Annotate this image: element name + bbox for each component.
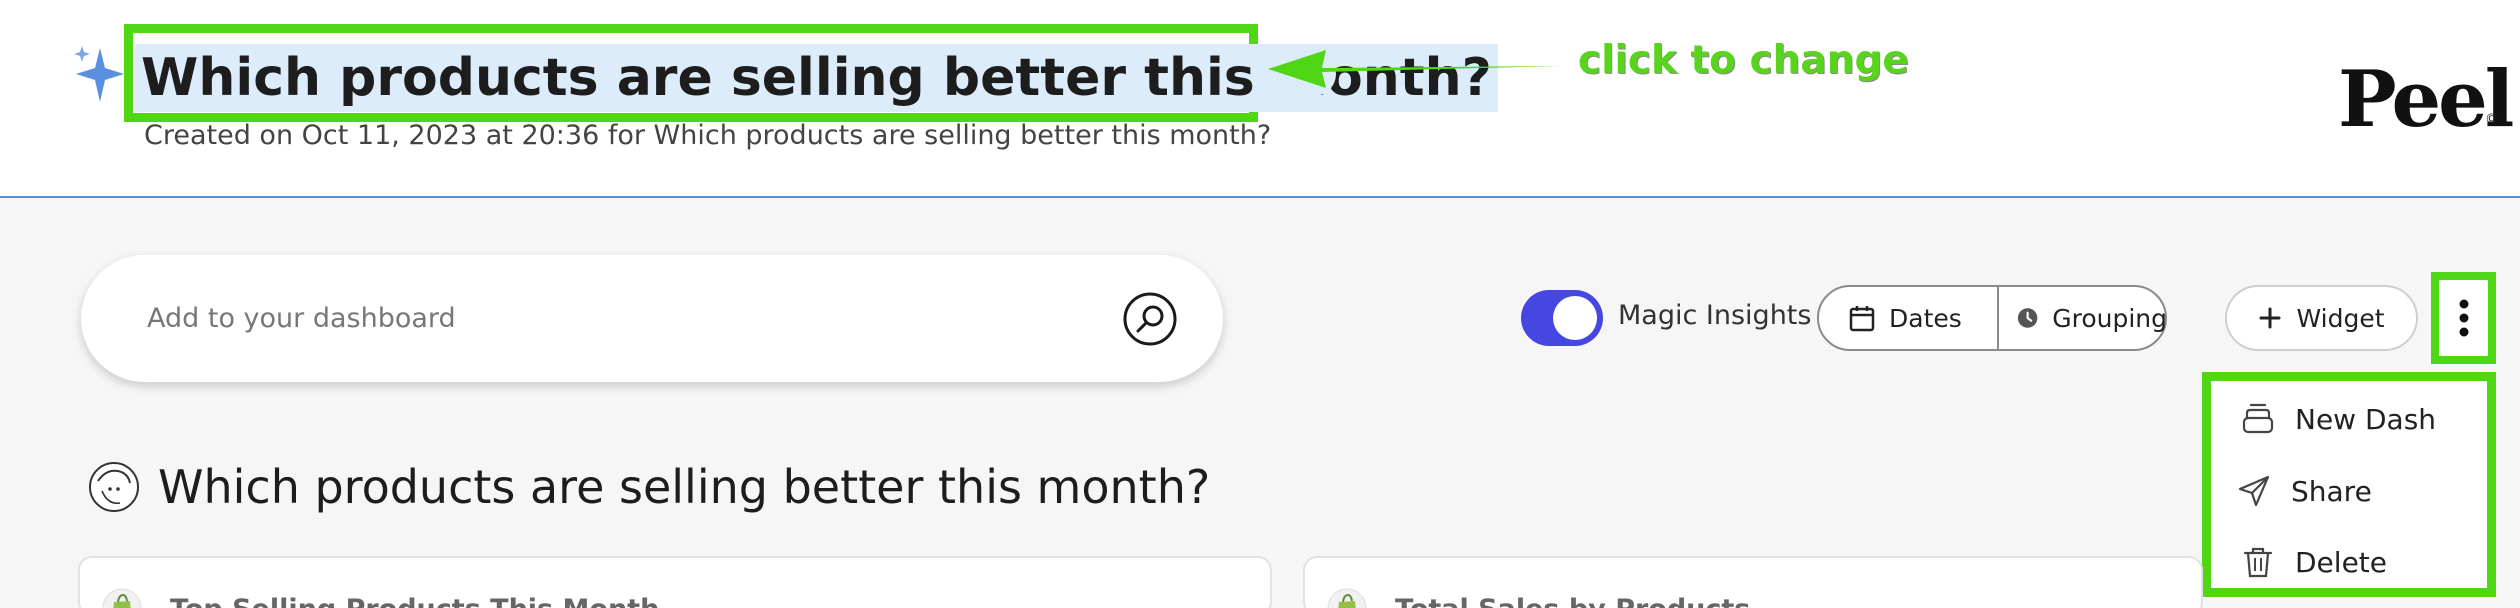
card-title: Total Sales by Products <box>1395 594 1750 608</box>
section-title: Which products are selling better this m… <box>158 460 1211 514</box>
stack-icon <box>2242 403 2274 434</box>
sparkle-icon <box>74 46 124 102</box>
avatar-icon <box>89 462 139 512</box>
widget-label: Widget <box>2296 303 2385 333</box>
magic-insights-label: Magic Insights <box>1618 300 1812 331</box>
dates-grouping-control: Dates Grouping <box>1817 285 2167 351</box>
menu-item-share[interactable]: Share <box>2237 467 2372 515</box>
dashboard-subtitle: Created on Oct 11, 2023 at 20:36 for Whi… <box>144 120 1272 151</box>
logo-text: Peel <box>2338 54 2514 145</box>
menu-item-delete[interactable]: Delete <box>2241 538 2387 586</box>
plus-icon <box>2259 307 2281 329</box>
shopify-icon <box>1327 588 1367 608</box>
toggle-knob <box>1553 296 1597 340</box>
annotation-text: click to change <box>1578 38 1909 83</box>
widget-card[interactable]: Total Sales by Products <box>1303 556 2203 608</box>
menu-item-new-dash[interactable]: New Dash <box>2241 395 2436 443</box>
options-menu: New Dash Share Delete <box>2202 372 2496 597</box>
segment-divider <box>1997 287 1999 349</box>
peel-logo: Peel © <box>2338 55 2514 145</box>
send-icon <box>2238 475 2270 507</box>
menu-item-label: Share <box>2291 474 2372 508</box>
calendar-icon <box>1849 306 1875 332</box>
grouping-label: Grouping <box>2052 303 2167 333</box>
dates-label: Dates <box>1889 303 1962 333</box>
shopify-icon <box>102 588 142 608</box>
dates-button[interactable]: Dates <box>1849 287 1997 349</box>
clock-icon <box>2017 308 2038 328</box>
search-icon[interactable] <box>1121 290 1179 348</box>
magic-insights-toggle[interactable] <box>1521 290 1603 346</box>
more-vertical-icon[interactable] <box>2439 280 2488 356</box>
dashboard-header: Which products are selling better this m… <box>0 0 2520 198</box>
more-options-highlight <box>2431 272 2496 364</box>
logo-mark: © <box>2485 112 2498 127</box>
card-title: Top Selling Products This Month <box>170 594 659 608</box>
widget-card[interactable]: Top Selling Products This Month <box>78 556 1272 608</box>
search-input[interactable] <box>147 297 1047 339</box>
annotation-arrow <box>1268 50 1562 88</box>
add-widget-button[interactable]: Widget <box>2225 285 2418 351</box>
trash-icon <box>2243 547 2273 578</box>
grouping-button[interactable]: Grouping <box>2017 287 2167 349</box>
search-bar <box>81 255 1223 382</box>
menu-item-label: New Dash <box>2295 402 2437 436</box>
section-header: Which products are selling better this m… <box>88 452 1210 522</box>
menu-item-label: Delete <box>2295 545 2387 579</box>
